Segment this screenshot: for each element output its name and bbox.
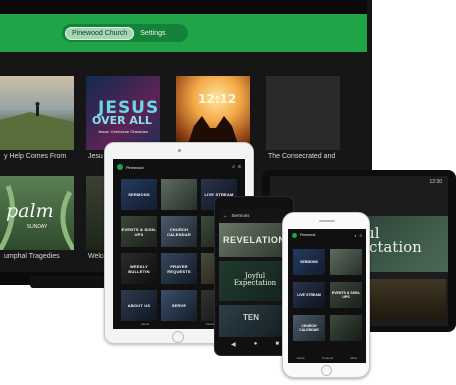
- tile-image[interactable]: [161, 179, 197, 210]
- tv-stand: [30, 276, 110, 288]
- android-phone-screen: ← Sermons REVELATION Joyful Expectation …: [219, 209, 291, 337]
- sermon-card[interactable]: REVELATION: [219, 223, 291, 257]
- tv-tab-bar: Pinewood Church Settings: [62, 24, 188, 42]
- tv-tile-worship[interactable]: 12:12: [176, 76, 250, 150]
- tile-art-note: Jesus: Overcome Obstacles: [97, 129, 149, 134]
- tv-tile-caption: umphal Tragedies: [4, 253, 60, 260]
- tv-tile-caption: y Help Comes From: [4, 153, 67, 160]
- tab-settings[interactable]: Settings: [134, 28, 171, 39]
- tile-art-subtitle: OVER ALL: [92, 114, 152, 127]
- speaker-grille: [319, 220, 335, 222]
- sermon-card[interactable]: TEN: [219, 305, 291, 337]
- tile-church-calendar[interactable]: CHURCH CALENDAR: [293, 315, 325, 341]
- app-name: Pinewood: [126, 164, 144, 170]
- tile-art-subtitle: SUNDAY: [26, 224, 48, 230]
- tile-serve[interactable]: SERVE: [161, 290, 197, 321]
- tile-weekly-bulletin[interactable]: WEEKLY BULLETIN: [121, 253, 157, 284]
- card-title: REVELATION: [223, 235, 286, 245]
- status-time: 12:30: [429, 179, 442, 185]
- app-header: ← Sermons: [219, 209, 291, 221]
- back-arrow-icon[interactable]: ←: [223, 213, 228, 218]
- card-title: TEN: [243, 313, 259, 322]
- tv-tile-help-comes-from[interactable]: [0, 76, 74, 150]
- tv-tile-caption: Jesu: [88, 153, 103, 160]
- tile-sermons[interactable]: SERMONS: [121, 179, 157, 210]
- tile-prayer-requests[interactable]: PRAYER REQUESTS: [161, 253, 197, 284]
- raised-hands-image: [186, 116, 240, 150]
- app-logo-icon: [117, 164, 123, 170]
- system-nav-bar: ◀ ● ■: [231, 341, 279, 348]
- page-title: Sermons: [231, 212, 250, 218]
- tile-events-signups[interactable]: EVENTS & SIGN-UPS: [121, 216, 157, 247]
- tv-tile-consecrated[interactable]: [266, 76, 340, 150]
- tv-tile-jesus-over-all[interactable]: JESUS OVER ALL Jesus: Overcome Obstacles: [86, 76, 160, 150]
- home-button[interactable]: [321, 365, 332, 376]
- home-icon[interactable]: ●: [254, 341, 258, 348]
- iphone-screen: Pinewood ⌕ ≡ SERMONS LIVE STREAM EVENTS …: [288, 229, 366, 363]
- search-icon[interactable]: ⌕: [232, 164, 235, 170]
- sermon-card[interactable]: Joyful Expectation: [219, 261, 291, 301]
- app-header: Pinewood ⌕ ≡: [288, 229, 366, 241]
- app-name: Pinewood: [300, 233, 316, 237]
- tab-home[interactable]: Home: [297, 356, 305, 360]
- bottom-tab-bar: Home Connect More: [288, 353, 366, 363]
- hill-walker-image: [0, 102, 74, 150]
- card-title: Joyful Expectation: [233, 272, 277, 287]
- tab-connect[interactable]: Connect: [322, 356, 333, 360]
- tab-pinewood-church[interactable]: Pinewood Church: [65, 26, 135, 40]
- app-header: Pinewood ⌕ ≡: [113, 159, 245, 175]
- tile-image[interactable]: [330, 249, 362, 275]
- tab-home[interactable]: Home: [141, 322, 149, 326]
- tile-sermons[interactable]: SERMONS: [293, 249, 325, 275]
- search-icon[interactable]: ⌕: [354, 233, 356, 238]
- menu-icon[interactable]: ≡: [360, 233, 362, 238]
- camera-dot: [178, 149, 181, 152]
- app-logo-icon: [292, 232, 297, 238]
- tab-more[interactable]: More: [350, 356, 357, 360]
- menu-icon[interactable]: ≡: [238, 164, 241, 170]
- tile-live-stream[interactable]: LIVE STREAM: [293, 282, 325, 308]
- home-button[interactable]: [172, 331, 184, 343]
- iphone-device: Pinewood ⌕ ≡ SERMONS LIVE STREAM EVENTS …: [282, 212, 370, 378]
- tile-events-signups[interactable]: EVENTS & SIGN-UPS: [330, 282, 362, 308]
- tile-image[interactable]: [330, 315, 362, 341]
- tv-tile-caption: The Consecrated and: [268, 153, 336, 160]
- tv-tile-palm-sunday[interactable]: palm SUNDAY: [0, 176, 74, 250]
- tile-about-us[interactable]: ABOUT US: [121, 290, 157, 321]
- recents-icon[interactable]: ■: [275, 341, 279, 348]
- back-icon[interactable]: ◀: [231, 341, 236, 348]
- tile-art-title: palm: [6, 200, 54, 222]
- tile-church-calendar[interactable]: CHURCH CALENDAR: [161, 216, 197, 247]
- app-tile-grid: SERMONS LIVE STREAM EVENTS & SIGN-UPS CH…: [293, 249, 362, 341]
